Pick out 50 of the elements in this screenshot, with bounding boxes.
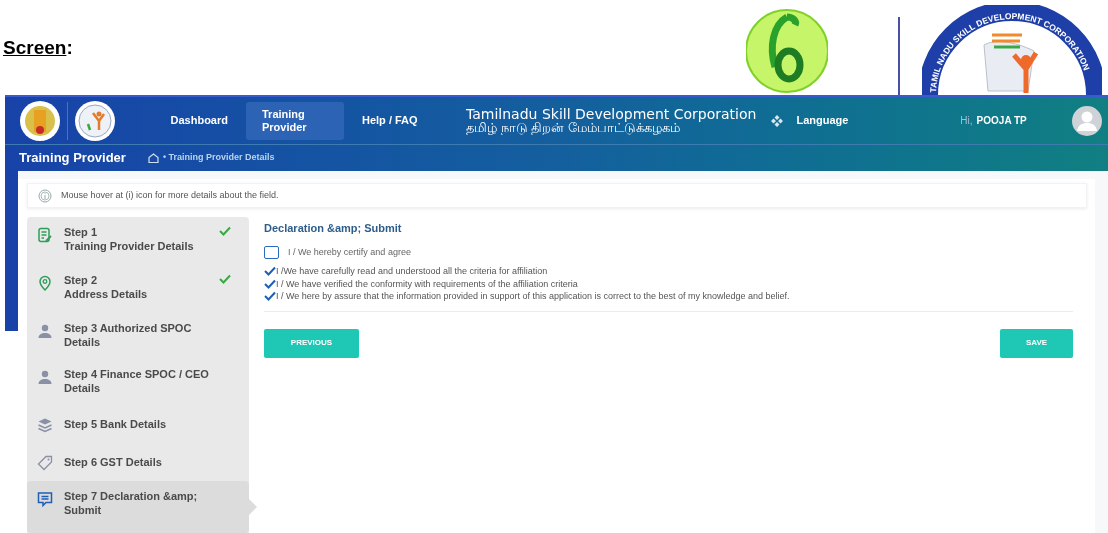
org-title-english: Tamilnadu Skill Development Corporation [466, 106, 757, 121]
step-sublabel: Training Provider Details [64, 239, 195, 253]
info-icon [38, 188, 52, 203]
step-label: Step 4 Finance SPOC / CEO Details [64, 367, 210, 395]
home-icon[interactable] [147, 153, 159, 163]
nav-tab[interactable]: Help / FAQ [346, 101, 444, 140]
language-link[interactable]: Language [796, 112, 849, 129]
layers-icon [37, 417, 53, 433]
declaration-title: Declaration &amp; Submit [264, 221, 403, 236]
declaration-statement: I / We have verified the conformity with requirements of the affiliation criteria [276, 277, 578, 290]
nav-tab[interactable]: Dashboard [146, 101, 244, 140]
step-sublabel: Address Details [64, 287, 149, 301]
step-label: Step 1 [64, 225, 98, 239]
nav-tab[interactable]: Training Provider [246, 101, 344, 140]
step-label: Step 7 Declaration &amp; Submit [64, 489, 199, 517]
step-item[interactable]: Step 2 Address Details [27, 265, 249, 313]
selection-pointer [249, 499, 257, 515]
step-item[interactable]: Step 7 Declaration &amp; Submit [27, 481, 249, 533]
person-icon [37, 323, 53, 339]
message-icon [37, 491, 53, 507]
check-icon [219, 226, 231, 236]
breadcrumb[interactable]: • Training Provider Details [162, 151, 275, 165]
section-title: Training Provider [19, 149, 126, 168]
greeting: Hi, [960, 114, 973, 128]
emblem-logo [19, 99, 61, 142]
step-label: Step 6 GST Details [64, 455, 163, 469]
info-text: Mouse hover at (i) icon for more details about the field. [61, 188, 279, 202]
location-pin-icon [37, 275, 53, 291]
step-label: Step 5 Bank Details [64, 417, 168, 431]
agree-checkbox[interactable] [264, 245, 279, 259]
user-name: POOJA TP [976, 114, 1027, 128]
avatar-icon[interactable] [1072, 105, 1102, 136]
step-item[interactable]: Step 6 GST Details [27, 443, 249, 481]
tag-icon [37, 455, 53, 471]
step-item[interactable]: Step 1 Training Provider Details [27, 217, 249, 265]
language-icon [770, 113, 785, 128]
declaration-statement: I /We have carefully read and understood all the criteria for affiliation [276, 265, 548, 278]
check-icon [219, 274, 231, 284]
step-item[interactable]: Step 4 Finance SPOC / CEO Details [27, 359, 249, 405]
form-icon [37, 227, 53, 243]
document-heading: Screen [3, 36, 67, 61]
step-label: Step 3 Authorized SPOC Details [64, 321, 193, 349]
step-item[interactable]: Step 3 Authorized SPOC Details [27, 313, 249, 359]
step-label: Step 2 [64, 273, 98, 287]
person-icon [37, 369, 53, 385]
declaration-statement: I / We here by assure that the information provided in support of this application is correct to the best of my knowledge and belief. [276, 290, 790, 303]
agree-label: I / We hereby certify and agree [288, 245, 411, 259]
skill-logo [74, 99, 116, 142]
heading-colon: : [66, 36, 73, 61]
step-item[interactable]: Step 5 Bank Details [27, 405, 249, 443]
